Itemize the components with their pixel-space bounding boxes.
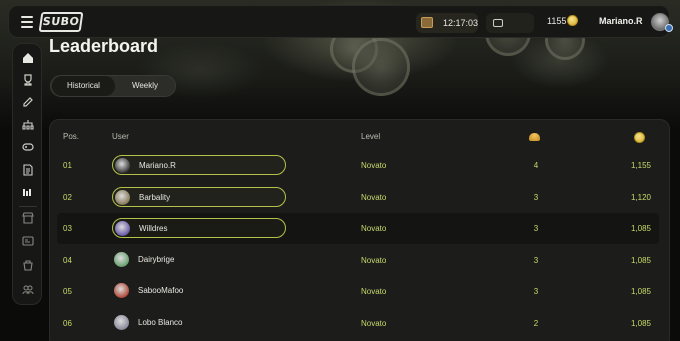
row-level: Novato [361,255,387,265]
tab-historical[interactable]: Historical [52,76,115,96]
row-wins: 3 [533,287,539,296]
home-icon[interactable] [21,51,35,65]
table-row[interactable]: 03 Willdres Novato 3 1,085 [57,213,659,244]
avatar [114,283,129,298]
row-score: 1,155 [630,161,651,170]
avatar [114,251,129,267]
coin-balance-value: 1155 [547,16,567,26]
store-icon[interactable] [21,211,35,225]
row-level: Novato [361,192,387,202]
trophy-icon[interactable] [21,73,35,87]
user-chip[interactable]: Willdres [112,218,286,238]
user-name: SabooMafoo [138,286,184,295]
timer-chip[interactable]: 12:17:03 [416,13,478,33]
user-name: Dairybrige [138,254,175,264]
coin-balance: 1155 [547,15,578,26]
row-score: 1,085 [630,255,651,265]
avatar [115,189,130,205]
decorative-coin [352,38,410,96]
edit-icon[interactable] [21,95,35,109]
row-position: 04 [63,255,72,265]
table-row[interactable]: 06 Lobo Blanco Novato 2 1,085 [57,308,659,339]
menu-icon[interactable] [21,16,33,28]
avatar [115,158,130,173]
row-position: 01 [63,161,72,170]
row-position: 02 [63,192,72,202]
row-position: 05 [63,287,72,296]
ticket-chip[interactable] [486,13,534,33]
tab-weekly[interactable]: Weekly [115,76,175,96]
users-icon[interactable] [21,283,35,297]
table-row[interactable]: 05 SabooMafoo Novato 3 1,085 [57,276,659,307]
row-wins: 4 [533,161,539,170]
cup-icon [529,133,540,141]
avatar [115,221,130,236]
leaderboard-table: Pos. User Level 01 Mariano.R Novato 4 1,155 0… [49,119,670,341]
user-chip[interactable]: Barbality [112,186,286,207]
avatar [114,314,129,330]
chest-icon [421,17,433,28]
row-score: 1,085 [630,318,651,328]
coin-icon [634,132,645,143]
timer-value: 12:17:03 [443,18,479,28]
user-name: Mariano.R [139,161,176,170]
user-chip[interactable]: Lobo Blanco [112,313,286,333]
row-wins: 3 [533,192,539,202]
row-level: Novato [361,287,387,296]
row-wins: 2 [533,318,539,328]
bar-chart-icon[interactable] [21,185,35,199]
column-header-level: Level [361,132,381,141]
user-chip[interactable]: Mariano.R [112,155,286,175]
settings-badge-icon [665,24,673,32]
row-position: 06 [63,318,72,328]
gamepad-icon[interactable] [21,140,35,154]
column-header-pos: Pos. [63,132,80,141]
id-card-icon[interactable] [21,234,35,248]
user-chip[interactable]: SabooMafoo [112,281,286,301]
avatar[interactable] [651,13,673,32]
coin-icon [567,15,578,26]
page-title: Leaderboard [49,36,159,56]
user-name: Willdres [139,224,168,233]
table-row[interactable]: 01 Mariano.R Novato 4 1,155 [57,150,659,181]
column-header-user: User [112,132,129,141]
username[interactable]: Mariano.R [599,16,643,26]
sidebar-divider [19,206,37,207]
row-position: 03 [63,224,72,233]
document-icon[interactable] [21,163,35,177]
top-bar: SUBO 12:17:03 1155 Mariano.R [8,5,673,38]
row-score: 1,085 [630,224,651,233]
tab-bar: Historical Weekly [50,75,176,97]
org-chart-icon[interactable] [21,118,35,132]
ticket-icon [493,19,503,27]
app-logo[interactable]: SUBO [38,12,84,32]
bag-icon[interactable] [21,258,35,272]
row-wins: 3 [533,224,539,233]
row-score: 1,120 [630,192,651,202]
table-row[interactable]: 04 Dairybrige Novato 3 1,085 [57,245,659,276]
user-name: Lobo Blanco [138,317,183,327]
sidebar [12,43,42,305]
user-name: Barbality [139,192,171,202]
row-score: 1,085 [630,287,651,296]
row-level: Novato [361,318,387,328]
row-wins: 3 [533,255,539,265]
user-chip[interactable]: Dairybrige [112,250,286,270]
row-level: Novato [361,161,387,170]
table-row[interactable]: 02 Barbality Novato 3 1,120 [57,182,659,213]
row-level: Novato [361,224,387,233]
